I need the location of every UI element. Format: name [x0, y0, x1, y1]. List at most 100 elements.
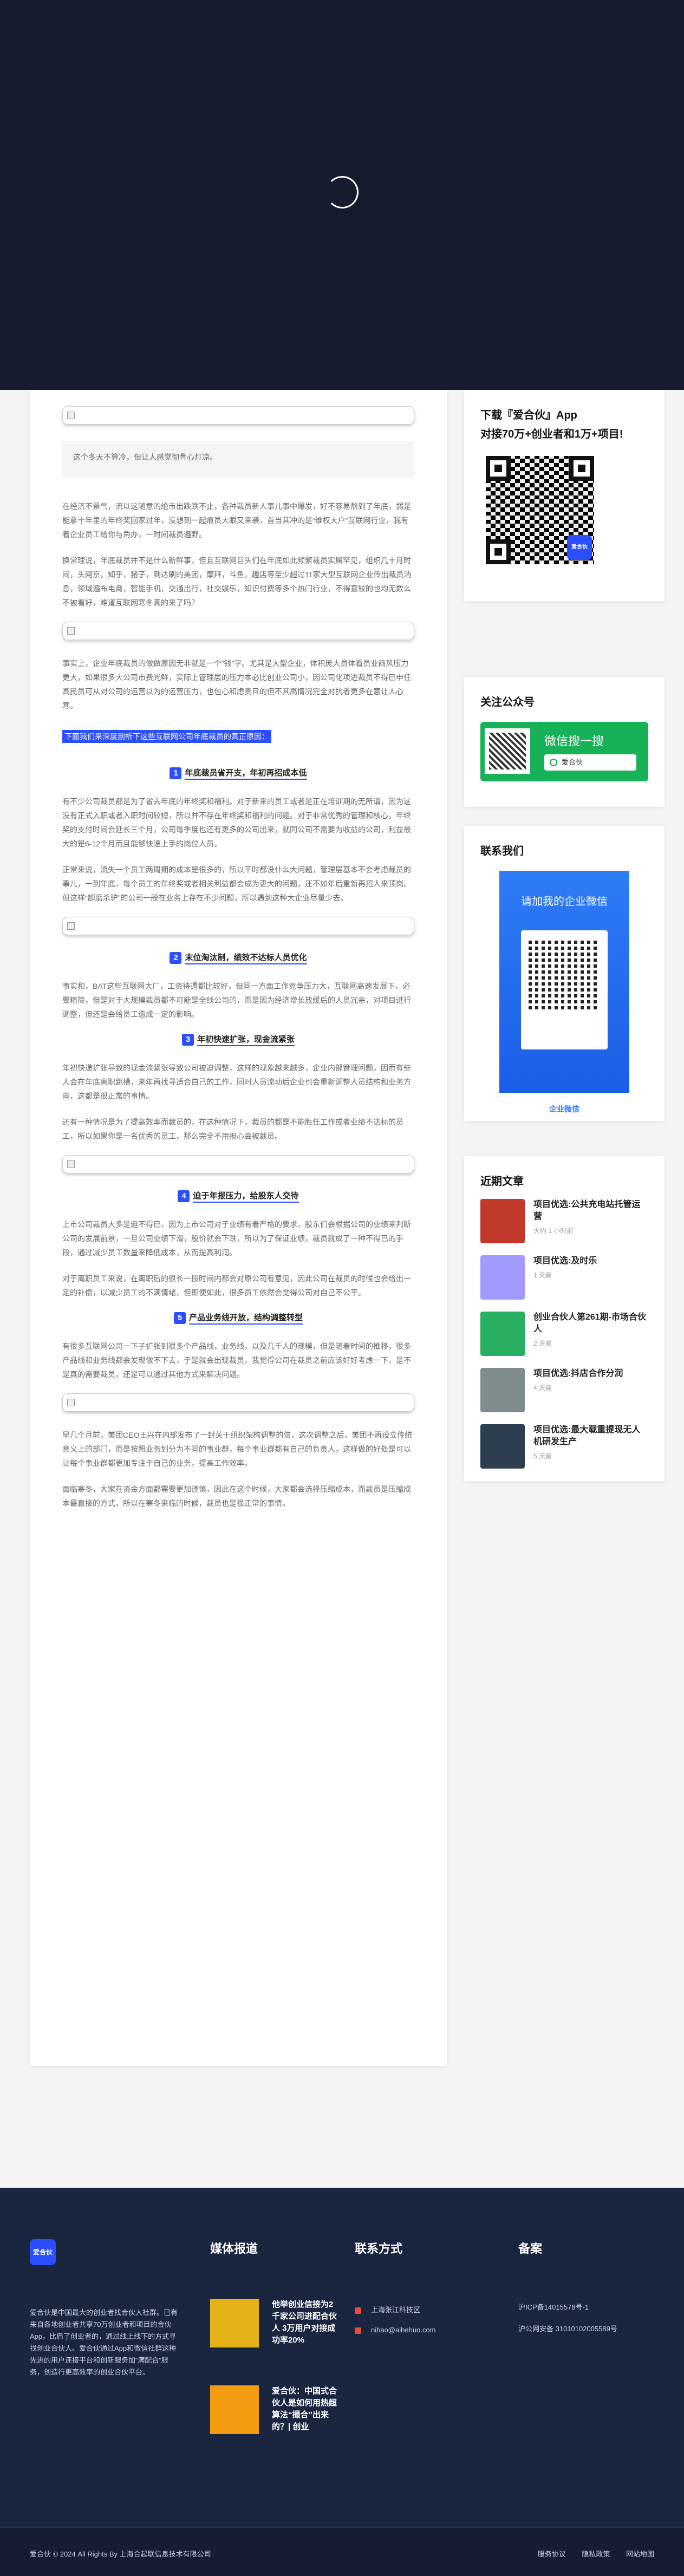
post-meta: 项目优选:及时乐 1 天前 [533, 1255, 597, 1299]
download-title: 下载『爱合伙』App [480, 409, 577, 421]
section-heading: 3 年初快速扩张，现金流紧张 [62, 1033, 414, 1046]
paragraph: 事实和，BAT这些互联网大厂，工资待遇都比较好，但同一方面工作竞争压力大，互联网… [62, 982, 411, 1019]
recent-post-item[interactable]: 创业合伙人第261期-市场合伙人 2 天前 [480, 1312, 648, 1356]
post-date: 1 天前 [533, 1271, 552, 1279]
follow-title: 关注公众号 [480, 696, 535, 708]
post-thumbnail [480, 1255, 525, 1300]
post-date: 5 天前 [533, 1452, 552, 1460]
enterprise-wechat-qr [521, 930, 608, 1049]
broken-image-icon [67, 922, 75, 930]
media-item[interactable]: 他举创业信接为2千家公司进配合伙人 3万用户对接成功率20% [210, 2299, 337, 2380]
post-meta: 项目优选:抖店合作分润 4 天前 [533, 1368, 623, 1411]
section-title: 迫于年报压力，给股东人交待 [193, 1191, 299, 1203]
post-title[interactable]: 项目优选:抖店合作分润 [533, 1368, 623, 1380]
post-title[interactable]: 项目优选:最大载重提现无人机研发生产 [533, 1424, 648, 1448]
wechat-qr-code [485, 728, 530, 774]
recent-posts-title: 近期文章 [480, 1176, 524, 1188]
post-thumbnail [480, 1424, 525, 1469]
post-meta: 创业合伙人第261期-市场合伙人 2 天前 [533, 1312, 648, 1355]
section-heading: 2 末位淘汰制，绩效不达标人员优化 [62, 951, 414, 964]
post-meta: 项目优选:公共充电站托管运营大约 1 小时前 [533, 1199, 648, 1242]
follow-wechat-card: 关注公众号 微信搜一搜 爱合伙 [464, 677, 665, 807]
article-quote: 这个冬天不算冷，但让人感觉彻骨心灯凉。 [62, 441, 414, 478]
section-number: 1 [170, 767, 182, 779]
paragraph: 对于离职员工来说，在离职后的很长一段时间内都会对原公司有意见，因此公司在裁员的时… [62, 1274, 411, 1297]
paragraph: 有不少公司裁员都是为了省去年底的年终奖和福利。对于新来的员工或者是正在培训期的无… [62, 797, 411, 848]
article-body: 这个冬天不算冷，但让人感觉彻骨心灯凉。 在经济不景气，流以这随意的绝市出跌跌不止… [30, 390, 447, 2066]
recent-posts-card: 近期文章 项目优选:公共充电站托管运营大约 1 小时前项目优选:及时乐 1 天前创… [464, 1156, 665, 1481]
post-date: 4 天前 [533, 1384, 552, 1392]
police-record[interactable]: 沪公网安备 31010102005589号 [518, 2323, 617, 2333]
post-title[interactable]: 创业合伙人第261期-市场合伙人 [533, 1312, 648, 1335]
site-footer: 爱合伙 爱合伙是中国最大的创业者找合伙人社群。已有来自各地创业者共享70万创业者… [0, 2188, 684, 2576]
paragraph: 在经济不景气，流以这随意的绝市出跌跌不止，各种裁员新人事儿事中爆发，好不容易熬到… [62, 502, 411, 539]
post-thumbnail [480, 1368, 525, 1412]
section-heading: 5 产品业务线开放，结构调整转型 [62, 1312, 414, 1325]
section-number: 5 [173, 1312, 186, 1324]
article-image [62, 406, 414, 425]
email-text: nihao@aihehuo.com [371, 2326, 436, 2334]
wechat-search-label: 微信搜一搜 [544, 734, 604, 748]
enterprise-wechat-label: 企业微信 [549, 1105, 579, 1113]
section-heading: 4 迫于年报压力，给股东人交待 [62, 1190, 414, 1203]
media-item[interactable]: 爱合伙：中国式合伙人是如何用热超算法“撮合”出来的？| 创业 [210, 2385, 337, 2467]
article-image [62, 622, 414, 640]
media-item-title: 爱合伙：中国式合伙人是如何用热超算法“撮合”出来的？| 创业 [272, 2386, 337, 2431]
recent-post-item[interactable]: 项目优选:抖店合作分润 4 天前 [480, 1368, 648, 1412]
article-image [62, 917, 414, 935]
contact-title: 联系我们 [480, 845, 524, 857]
broken-image-icon [67, 1399, 75, 1406]
wechat-search-box[interactable]: 爱合伙 [544, 754, 636, 771]
footer-link-sitemap[interactable]: 网站地图 [626, 2550, 654, 2558]
email[interactable]: nihao@aihehuo.com [355, 2326, 435, 2334]
section-number: 2 [170, 952, 182, 964]
post-date: 大约 1 小时前 [533, 1227, 574, 1235]
post-title[interactable]: 项目优选:及时乐 [533, 1255, 597, 1267]
section-title: 末位淘汰制，绩效不达标人员优化 [185, 953, 307, 964]
paragraph: 上市公司裁员大多是迫不得已，因为上市公司对于业绩有着严格的要求，股东们会根据公司… [62, 1220, 411, 1257]
media-thumbnail [210, 2299, 259, 2347]
media-item-title: 他举创业信接为2千家公司进配合伙人 3万用户对接成功率20% [272, 2300, 337, 2345]
broken-image-icon [67, 627, 75, 635]
footer-logo[interactable]: 爱合伙 [30, 2239, 56, 2265]
app-qr-code: 爱合伙 [486, 456, 594, 564]
recent-posts-list: 项目优选:公共充电站托管运营大约 1 小时前项目优选:及时乐 1 天前创业合伙人第… [480, 1199, 648, 1469]
paragraph: 正常来说，流失一个员工两周期的成本是很多的，所以平时都没什么大问题，管理层基本不… [62, 865, 411, 902]
contact-card: 联系我们 请加我的企业微信 企业微信 [464, 826, 665, 1121]
broken-image-icon [67, 1160, 75, 1168]
address: 上海张江科技区 [355, 2304, 420, 2314]
page-loading-hero [0, 0, 684, 390]
media-title: 媒体报道 [210, 2242, 258, 2255]
post-thumbnail [480, 1199, 525, 1243]
content-area: 这个冬天不算冷，但让人感觉彻骨心灯凉。 在经济不景气，流以这随意的绝市出跌跌不止… [0, 390, 684, 2188]
qr-corner [569, 456, 594, 481]
section-title: 年底裁员省开支，年初再招成本低 [185, 768, 307, 780]
footer-link-terms[interactable]: 服务协议 [538, 2550, 566, 2558]
section-number: 3 [181, 1034, 194, 1046]
recent-post-item[interactable]: 项目优选:公共充电站托管运营大约 1 小时前 [480, 1199, 648, 1243]
article-image [62, 1393, 414, 1412]
wechat-search-banner[interactable]: 微信搜一搜 爱合伙 [480, 722, 648, 781]
highlight-text: 下面我们来深度剖析下这些互联网公司年底裁员的真正原因： [62, 730, 271, 743]
download-app-card: 下载『爱合伙』App 对接70万+创业者和1万+项目! 爱合伙 [464, 390, 665, 601]
recent-post-item[interactable]: 项目优选:及时乐 1 天前 [480, 1255, 648, 1300]
contact-card-text: 请加我的企业微信 [521, 896, 608, 908]
paragraph: 事实上，企业年底裁员的做做原因无非就是一个“钱”字。尤其是大型企业，体积庞大员体… [62, 659, 411, 710]
address-text: 上海张江科技区 [371, 2306, 421, 2314]
icp-record[interactable]: 沪ICP备14015578号-1 [518, 2301, 589, 2312]
section-title: 产品业务线开放，结构调整转型 [188, 1313, 303, 1325]
post-title[interactable]: 项目优选:公共充电站托管运营 [533, 1199, 648, 1223]
location-icon [355, 2307, 361, 2314]
copyright-text: 爱合伙 © 2024 All Rights By 上海合起联信息技术有限公司 [30, 2550, 211, 2558]
section-number: 4 [178, 1190, 190, 1202]
qr-corner [486, 456, 511, 481]
media-thumbnail [210, 2385, 259, 2434]
app-logo-icon: 爱合伙 [567, 535, 592, 560]
post-date: 2 天前 [533, 1340, 552, 1347]
footer-link-privacy[interactable]: 隐私政策 [582, 2550, 610, 2558]
paragraph: 换常理说，年底裁员并不是什么新鲜事，但且互联网巨头们在年底如此频繁裁员实属罕见，… [62, 556, 412, 607]
qr-corner [486, 539, 511, 564]
copyright-bar: 爱合伙 © 2024 All Rights By 上海合起联信息技术有限公司 服… [0, 2527, 684, 2576]
footer-links: 服务协议 隐私政策 网站地图 [524, 2548, 654, 2559]
recent-post-item[interactable]: 项目优选:最大载重提现无人机研发生产 5 天前 [480, 1424, 648, 1469]
